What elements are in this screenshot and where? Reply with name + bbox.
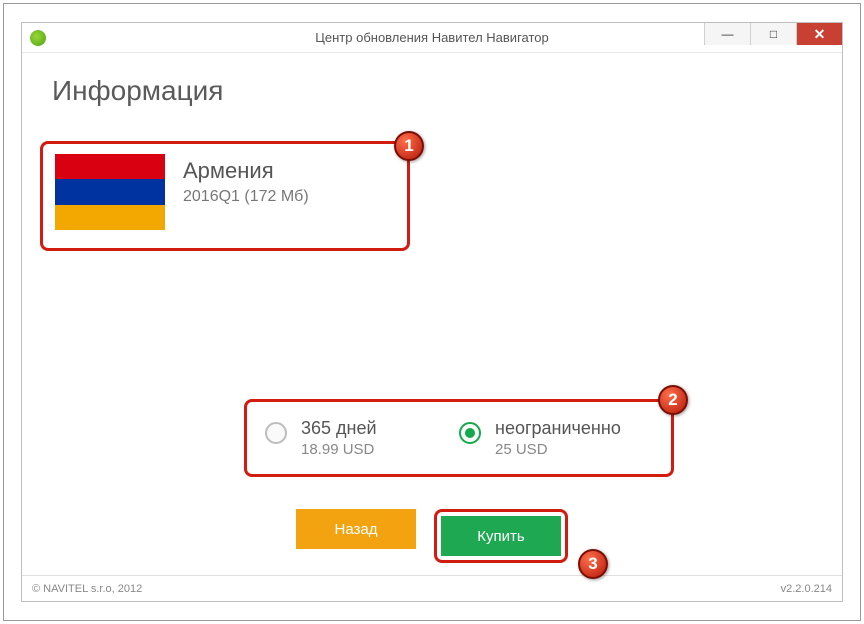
buy-highlight: Купить: [434, 509, 568, 563]
license-options: 365 дней 18.99 USD неограниченно 25 USD: [244, 399, 674, 477]
footer: © NAVITEL s.r.o, 2012 v2.2.0.214: [22, 575, 842, 601]
option-unlimited[interactable]: неограниченно 25 USD: [459, 418, 653, 458]
page-title: Информация: [52, 75, 812, 107]
window-controls: — □ ✕: [704, 23, 842, 45]
option-label: 365 дней: [301, 418, 377, 439]
content-area: Информация Армения 2016Q1 (172 Мб) 365 д…: [22, 53, 842, 575]
maximize-button[interactable]: □: [750, 23, 796, 45]
radio-icon: [459, 422, 481, 444]
close-button[interactable]: ✕: [796, 23, 842, 45]
product-meta: 2016Q1 (172 Мб): [183, 188, 309, 206]
radio-icon: [265, 422, 287, 444]
copyright-text: © NAVITEL s.r.o, 2012: [32, 583, 142, 595]
option-price: 18.99 USD: [301, 441, 377, 458]
minimize-button[interactable]: —: [704, 23, 750, 45]
product-card: Армения 2016Q1 (172 Мб): [40, 141, 410, 251]
button-row: Назад Купить: [22, 509, 842, 563]
option-365-days[interactable]: 365 дней 18.99 USD: [265, 418, 459, 458]
option-label: неограниченно: [495, 418, 621, 439]
option-price: 25 USD: [495, 441, 621, 458]
back-button[interactable]: Назад: [296, 509, 416, 549]
product-info: Армения 2016Q1 (172 Мб): [183, 154, 309, 206]
product-name: Армения: [183, 158, 309, 184]
annotation-badge-1: 1: [394, 131, 424, 161]
app-icon: [30, 30, 46, 46]
titlebar: Центр обновления Навител Навигатор — □ ✕: [22, 23, 842, 53]
annotation-badge-2: 2: [658, 385, 688, 415]
annotation-badge-3: 3: [578, 549, 608, 579]
version-text: v2.2.0.214: [781, 583, 832, 595]
buy-button[interactable]: Купить: [441, 516, 561, 556]
app-window: Центр обновления Навител Навигатор — □ ✕…: [21, 22, 843, 602]
flag-icon: [55, 154, 165, 230]
